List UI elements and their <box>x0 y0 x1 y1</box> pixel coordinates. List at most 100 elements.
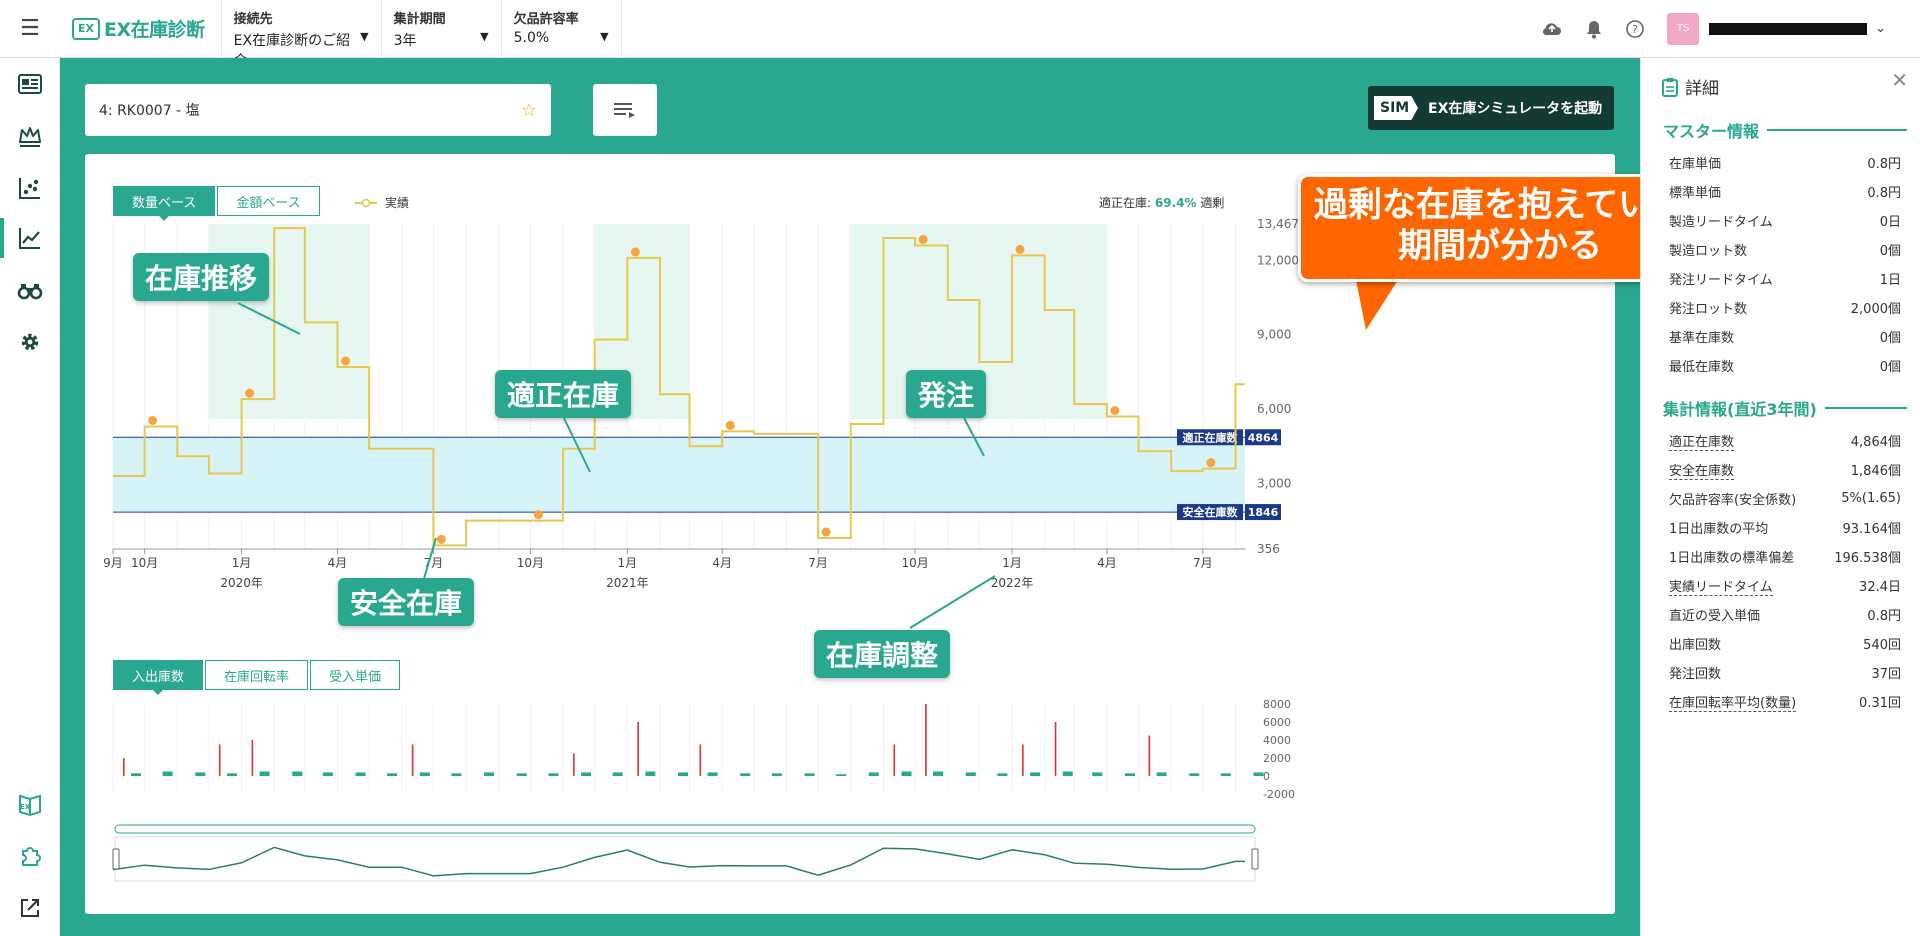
inbound-bar <box>965 772 976 776</box>
dashboard-nav-icon[interactable] <box>0 64 60 104</box>
inbound-bar <box>548 773 559 776</box>
outbound-bar <box>1022 744 1024 776</box>
external-link-icon[interactable] <box>0 888 60 928</box>
item-search-value: 4: RK0007 - 塩 <box>99 103 200 119</box>
x-tick-label: 4月 <box>712 556 732 570</box>
x-tick-label: 1月 <box>1002 556 1022 570</box>
connection-label: 接続先 <box>233 12 273 27</box>
master-info-key: 製造リードタイム <box>1669 215 1773 230</box>
navigator-handle-right <box>1251 848 1259 870</box>
period-selector[interactable]: 集計期間 3年 ▼ <box>382 0 502 57</box>
main-area: 4: RK0007 - 塩 ☆ SIM EX在庫シミュレータを起動 数量ベース … <box>60 58 1702 936</box>
outbound-bar <box>573 753 575 776</box>
summary-info-value: 0.31回 <box>1859 696 1901 711</box>
tab-receiving-price[interactable]: 受入単価 <box>310 660 401 690</box>
line-chart-nav-icon[interactable] <box>0 218 60 258</box>
app-logo[interactable]: EX EX在庫診断 <box>60 0 222 57</box>
tab-turnover-rate[interactable]: 在庫回転率 <box>205 660 309 690</box>
callout-proper-stock: 適正在庫 <box>495 370 632 418</box>
period-label: 集計期間 <box>393 12 446 27</box>
avatar[interactable]: TS <box>1667 12 1700 45</box>
order-marker <box>630 247 640 257</box>
outbound-bar <box>1054 722 1057 776</box>
gear-icon[interactable] <box>0 322 60 362</box>
summary-info-key[interactable]: 安全在庫数 <box>1669 460 1735 480</box>
puzzle-addon-icon[interactable] <box>0 836 60 876</box>
inbound-bar <box>355 772 366 776</box>
y-tick-label: 6,000 <box>1257 402 1291 416</box>
x-year-label: 2020年 <box>220 576 263 590</box>
callout-order: 発注 <box>906 370 987 418</box>
favorite-star-icon[interactable]: ☆ <box>521 100 537 121</box>
order-marker <box>245 388 255 398</box>
master-info-key: 基準在庫数 <box>1669 331 1735 346</box>
big-callout-tail <box>1356 280 1398 330</box>
item-list-button[interactable] <box>593 84 657 136</box>
x-tick-label: 7月 <box>1193 556 1213 570</box>
chevron-down-icon[interactable]: ⌄ <box>1875 21 1886 36</box>
in-out-bar-chart[interactable]: 8000 6000 4000 2000 0 -2000 <box>85 694 1615 804</box>
connection-selector[interactable]: 接続先 EX在庫診断のご紹介▼ <box>222 0 382 69</box>
inbound-bar <box>484 772 495 776</box>
close-icon[interactable]: ✕ <box>1891 68 1908 92</box>
scatter-plot-icon[interactable] <box>0 168 60 208</box>
navigator-handle-left <box>112 848 120 870</box>
summary-info-value: 0.8円 <box>1867 609 1901 624</box>
tab-in-out-quantity[interactable]: 入出庫数 <box>113 660 204 695</box>
summary-info-key[interactable]: 在庫回転率平均(数量) <box>1669 692 1797 712</box>
x-tick-label: 7月 <box>424 556 444 570</box>
manual-book-icon[interactable]: EX <box>0 784 60 824</box>
summary-info-row: 1日出庫数の平均 93.164個 <box>1669 513 1901 542</box>
summary-info-key: 1日出庫数の標準偏差 <box>1669 551 1795 566</box>
x-tick-label: 4月 <box>1097 556 1117 570</box>
navigator-frame <box>114 836 1256 882</box>
summary-info-value: 4,864個 <box>1850 435 1901 450</box>
order-marker <box>341 356 351 366</box>
y-tick-label: 356 <box>1257 542 1280 556</box>
username-redacted[interactable] <box>1709 22 1868 35</box>
stockout-selector[interactable]: 欠品許容率 5.0% ▼ <box>502 0 622 57</box>
callout-stock-trend: 在庫推移 <box>133 253 270 301</box>
summary-info-value: 196.538個 <box>1834 551 1901 566</box>
bar-y-tick-label: -2000 <box>1263 788 1295 801</box>
bar-y-tick-label: 0 <box>1263 770 1270 783</box>
launch-simulator-button[interactable]: SIM EX在庫シミュレータを起動 <box>1368 86 1614 130</box>
master-info-key: 最低在庫数 <box>1669 360 1735 375</box>
cloud-upload-icon[interactable] <box>1541 20 1563 38</box>
summary-info-key: 直近の受入単価 <box>1669 609 1761 624</box>
master-info-title: マスター情報 <box>1663 122 1760 141</box>
inbound-bar <box>1189 773 1200 776</box>
outbound-bar <box>411 744 414 776</box>
y-tick-label: 9,000 <box>1257 328 1291 342</box>
summary-info-list: 適正在庫数 4,864個 安全在庫数 1,846個 欠品許容率(安全係数) 5%(1.65… <box>1669 426 1901 716</box>
inbound-bar <box>419 772 430 776</box>
inbound-bar <box>387 773 398 776</box>
outbound-bar <box>123 758 125 776</box>
summary-info-key: 欠品許容率(安全係数) <box>1669 493 1797 508</box>
inbound-bar <box>581 772 592 776</box>
master-info-key: 発注リードタイム <box>1669 273 1773 288</box>
summary-info-row: 発注回数 37回 <box>1669 658 1901 687</box>
master-info-row: 標準単価 0.8円 <box>1669 177 1901 206</box>
help-icon[interactable]: ? <box>1625 19 1645 39</box>
hamburger-menu-icon[interactable]: ☰ <box>0 0 60 57</box>
summary-info-key[interactable]: 実績リードタイム <box>1669 576 1773 596</box>
crown-ranking-icon[interactable] <box>0 116 60 156</box>
sim-button-label: EX在庫シミュレータを起動 <box>1428 101 1603 117</box>
y-tick-label: 3,000 <box>1257 476 1291 490</box>
summary-info-value: 5%(1.65) <box>1841 491 1901 506</box>
x-tick-label: 7月 <box>808 556 828 570</box>
bell-icon[interactable] <box>1585 19 1603 39</box>
detail-title: 詳細 <box>1685 79 1719 99</box>
summary-info-key[interactable]: 適正在庫数 <box>1669 431 1735 451</box>
binoculars-icon[interactable] <box>0 270 60 310</box>
x-tick-label: 10月 <box>901 556 928 570</box>
master-info-value: 1日 <box>1879 273 1901 288</box>
master-info-list: 在庫単価 0.8円 標準単価 0.8円 製造リードタイム 0日 製造ロット数 0個 発注リードタ… <box>1669 148 1901 380</box>
top-bar: ☰ EX EX在庫診断 接続先 EX在庫診断のご紹介▼ 集計期間 3年 ▼ 欠品許… <box>0 0 1920 69</box>
master-info-row: 最低在庫数 0個 <box>1669 351 1901 380</box>
master-info-row: 製造ロット数 0個 <box>1669 235 1901 264</box>
item-search-input[interactable]: 4: RK0007 - 塩 ☆ <box>85 84 551 136</box>
inbound-bar <box>1253 772 1264 776</box>
range-navigator[interactable] <box>85 819 1615 889</box>
